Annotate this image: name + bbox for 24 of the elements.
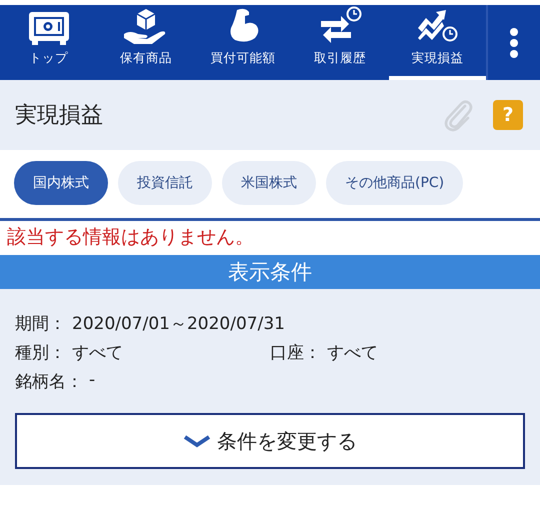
- change-conditions-button[interactable]: 条件を変更する: [15, 413, 525, 469]
- field-value: すべて: [327, 342, 378, 364]
- filter-chip[interactable]: その他商品(PC): [326, 161, 464, 205]
- field-value: すべて: [72, 342, 123, 364]
- paperclip-icon[interactable]: [443, 98, 473, 132]
- error-message: 該当する情報はありません。: [6, 225, 255, 250]
- field-label: 口座：: [270, 342, 321, 364]
- field-label: 種別：: [15, 342, 66, 364]
- field-value: -: [89, 370, 96, 392]
- nav-tab[interactable]: 買付可能額: [194, 5, 292, 80]
- field-label: 銘柄名：: [15, 371, 83, 393]
- filter-chip[interactable]: 国内株式: [14, 161, 108, 205]
- chevron-down-icon: [183, 434, 211, 448]
- filter-chip[interactable]: 投資信託: [118, 161, 212, 205]
- field-label: 期間：: [15, 313, 66, 335]
- nav-tab[interactable]: 保有商品: [97, 5, 194, 80]
- nav-tab[interactable]: トップ: [0, 5, 98, 80]
- section-title: 表示条件: [0, 255, 540, 289]
- nav-tab[interactable]: 取引履歴: [292, 5, 389, 80]
- filter-chip[interactable]: 米国株式: [222, 161, 316, 205]
- field-value: 2020/07/01～2020/07/31: [72, 313, 285, 335]
- safe-icon: [26, 10, 71, 46]
- more-icon[interactable]: [509, 26, 519, 58]
- page-title: 実現損益: [15, 102, 103, 130]
